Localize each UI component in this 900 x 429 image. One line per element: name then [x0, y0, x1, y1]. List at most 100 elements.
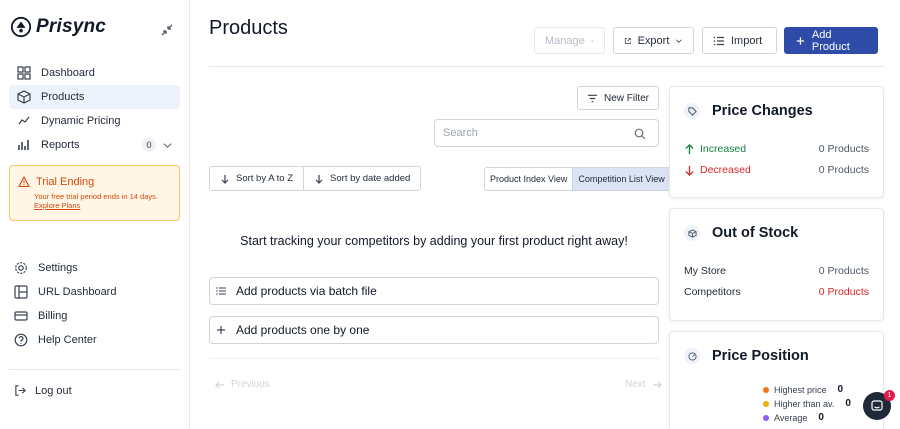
bar-chart-icon: [18, 140, 29, 150]
chat-icon: [871, 400, 883, 411]
legend-dot: [763, 400, 769, 407]
sort-date-label: Sort by date added: [330, 173, 411, 184]
price-position-card: Price Position Highest price 0 Higher th…: [669, 331, 884, 429]
sidebar-item-url-dashboard[interactable]: URL Dashboard: [9, 280, 180, 304]
legend-value: 0: [845, 398, 851, 409]
sidebar-item-help-center[interactable]: Help Center: [9, 328, 180, 352]
import-button[interactable]: Import: [702, 27, 777, 54]
sidebar: Prisync Dashboard Products Dynamic Prici…: [0, 0, 190, 429]
sidebar-item-dashboard[interactable]: Dashboard: [9, 61, 180, 85]
brand-name: Prisync: [36, 16, 107, 37]
previous-page-button[interactable]: Previous: [215, 379, 270, 390]
new-filter-label: New Filter: [603, 92, 649, 104]
sort-az-button[interactable]: Sort by A to Z: [210, 167, 303, 190]
tab-product-index-view[interactable]: Product Index View: [485, 168, 572, 190]
sidebar-item-label: Billing: [38, 310, 68, 322]
list-icon: [713, 36, 724, 45]
legend-dot: [763, 386, 769, 393]
out-of-stock-card: Out of Stock My Store 0 Products Competi…: [669, 208, 884, 321]
help-circle-icon: [14, 333, 28, 347]
sidebar-item-reports[interactable]: Reports 0: [9, 133, 180, 157]
dashboard-icon: [17, 66, 31, 80]
manage-dropdown[interactable]: Manage: [534, 27, 605, 54]
chevron-down-icon: [591, 39, 594, 42]
tab-competition-list-view[interactable]: Competition List View: [572, 168, 670, 190]
export-dropdown[interactable]: Export: [613, 27, 694, 54]
arrow-left-icon: [215, 381, 224, 388]
dynamic-pricing-icon: [18, 116, 30, 125]
chevron-down-icon: [676, 38, 683, 43]
previous-label: Previous: [231, 379, 270, 390]
add-one-by-one-button[interactable]: Add products one by one: [209, 316, 659, 344]
legend-value: 0: [818, 412, 824, 423]
add-batch-label: Add products via batch file: [236, 284, 377, 298]
price-changes-card: Price Changes Increased 0 Products Decre…: [669, 86, 884, 198]
arrow-down-icon: [315, 174, 323, 184]
card-title: Out of Stock: [712, 225, 799, 241]
sidebar-item-billing[interactable]: Billing: [9, 304, 180, 328]
add-batch-file-button[interactable]: Add products via batch file: [209, 277, 659, 305]
header-divider: [209, 66, 884, 67]
increased-label[interactable]: Increased: [684, 143, 746, 155]
sort-date-button[interactable]: Sort by date added: [303, 167, 420, 190]
search-icon[interactable]: [634, 128, 646, 140]
arrow-right-icon: [652, 381, 662, 388]
sidebar-item-label: Products: [41, 91, 85, 103]
main-nav: Dashboard Products Dynamic Pricing Repor…: [9, 61, 180, 157]
tag-icon: [684, 103, 700, 119]
chat-notification-badge: 1: [884, 390, 895, 401]
brand-logo[interactable]: Prisync: [10, 16, 106, 38]
legend-dot: [763, 414, 769, 421]
logout-button[interactable]: Log out: [14, 384, 72, 397]
legend-item-average: Average 0: [763, 412, 824, 423]
sidebar-item-label: Reports: [41, 139, 80, 151]
chat-launcher-button[interactable]: 1: [863, 390, 895, 420]
sidebar-item-settings[interactable]: Settings: [9, 256, 180, 280]
sidebar-item-label: URL Dashboard: [38, 286, 117, 298]
list-icon: [216, 287, 226, 295]
sidebar-item-label: Settings: [38, 262, 78, 274]
collapse-sidebar-icon[interactable]: [159, 22, 175, 38]
search-input[interactable]: [443, 120, 623, 146]
add-product-label: Add Product: [811, 28, 850, 53]
legend-label: Highest price: [774, 384, 827, 395]
warning-icon: [18, 176, 30, 188]
card-title: Price Changes: [712, 103, 813, 119]
plus-icon: [796, 36, 805, 45]
import-label: Import: [731, 34, 763, 47]
add-product-button[interactable]: Add Product: [784, 27, 878, 54]
increased-text: Increased: [700, 143, 747, 155]
box-icon: [17, 90, 31, 104]
sidebar-item-label: Dashboard: [41, 67, 95, 79]
credit-card-icon: [14, 311, 28, 321]
decreased-text: Decreased: [700, 164, 751, 176]
sort-button-group: Sort by A to Z Sort by date added: [209, 166, 422, 191]
logout-icon: [15, 385, 26, 396]
competitors-value[interactable]: 0 Products: [819, 286, 869, 298]
logout-label: Log out: [35, 384, 72, 397]
sidebar-item-products[interactable]: Products: [9, 85, 180, 109]
legend-item-higher: Higher than av. 0: [763, 398, 851, 409]
arrow-down-icon: [221, 174, 229, 184]
page-title: Products: [209, 17, 288, 39]
prisync-logo-icon: [10, 16, 32, 38]
my-store-value[interactable]: 0 Products: [819, 265, 869, 277]
increased-value: 0 Products: [818, 143, 869, 155]
manage-label: Manage: [545, 34, 585, 47]
new-filter-button[interactable]: New Filter: [577, 86, 659, 110]
sidebar-item-dynamic-pricing[interactable]: Dynamic Pricing: [9, 109, 180, 133]
reports-count-badge: 0: [142, 138, 156, 152]
chevron-down-icon[interactable]: [163, 141, 172, 150]
decreased-label[interactable]: Decreased: [684, 164, 751, 176]
card-title: Price Position: [712, 348, 809, 364]
gauge-icon: [684, 348, 700, 364]
explore-plans-link[interactable]: Explore Plans: [18, 201, 171, 210]
gear-icon: [15, 262, 27, 274]
my-store-label: My Store: [684, 265, 727, 277]
legend-item-highest: Highest price 0: [763, 384, 843, 395]
sort-az-label: Sort by A to Z: [236, 173, 294, 184]
secondary-nav: Settings URL Dashboard Billing Help Cent…: [9, 256, 180, 352]
competitors-label: Competitors: [684, 286, 741, 298]
trial-message: Your free trial period ends in 14 days.: [34, 192, 158, 201]
next-page-button[interactable]: Next: [625, 379, 662, 390]
